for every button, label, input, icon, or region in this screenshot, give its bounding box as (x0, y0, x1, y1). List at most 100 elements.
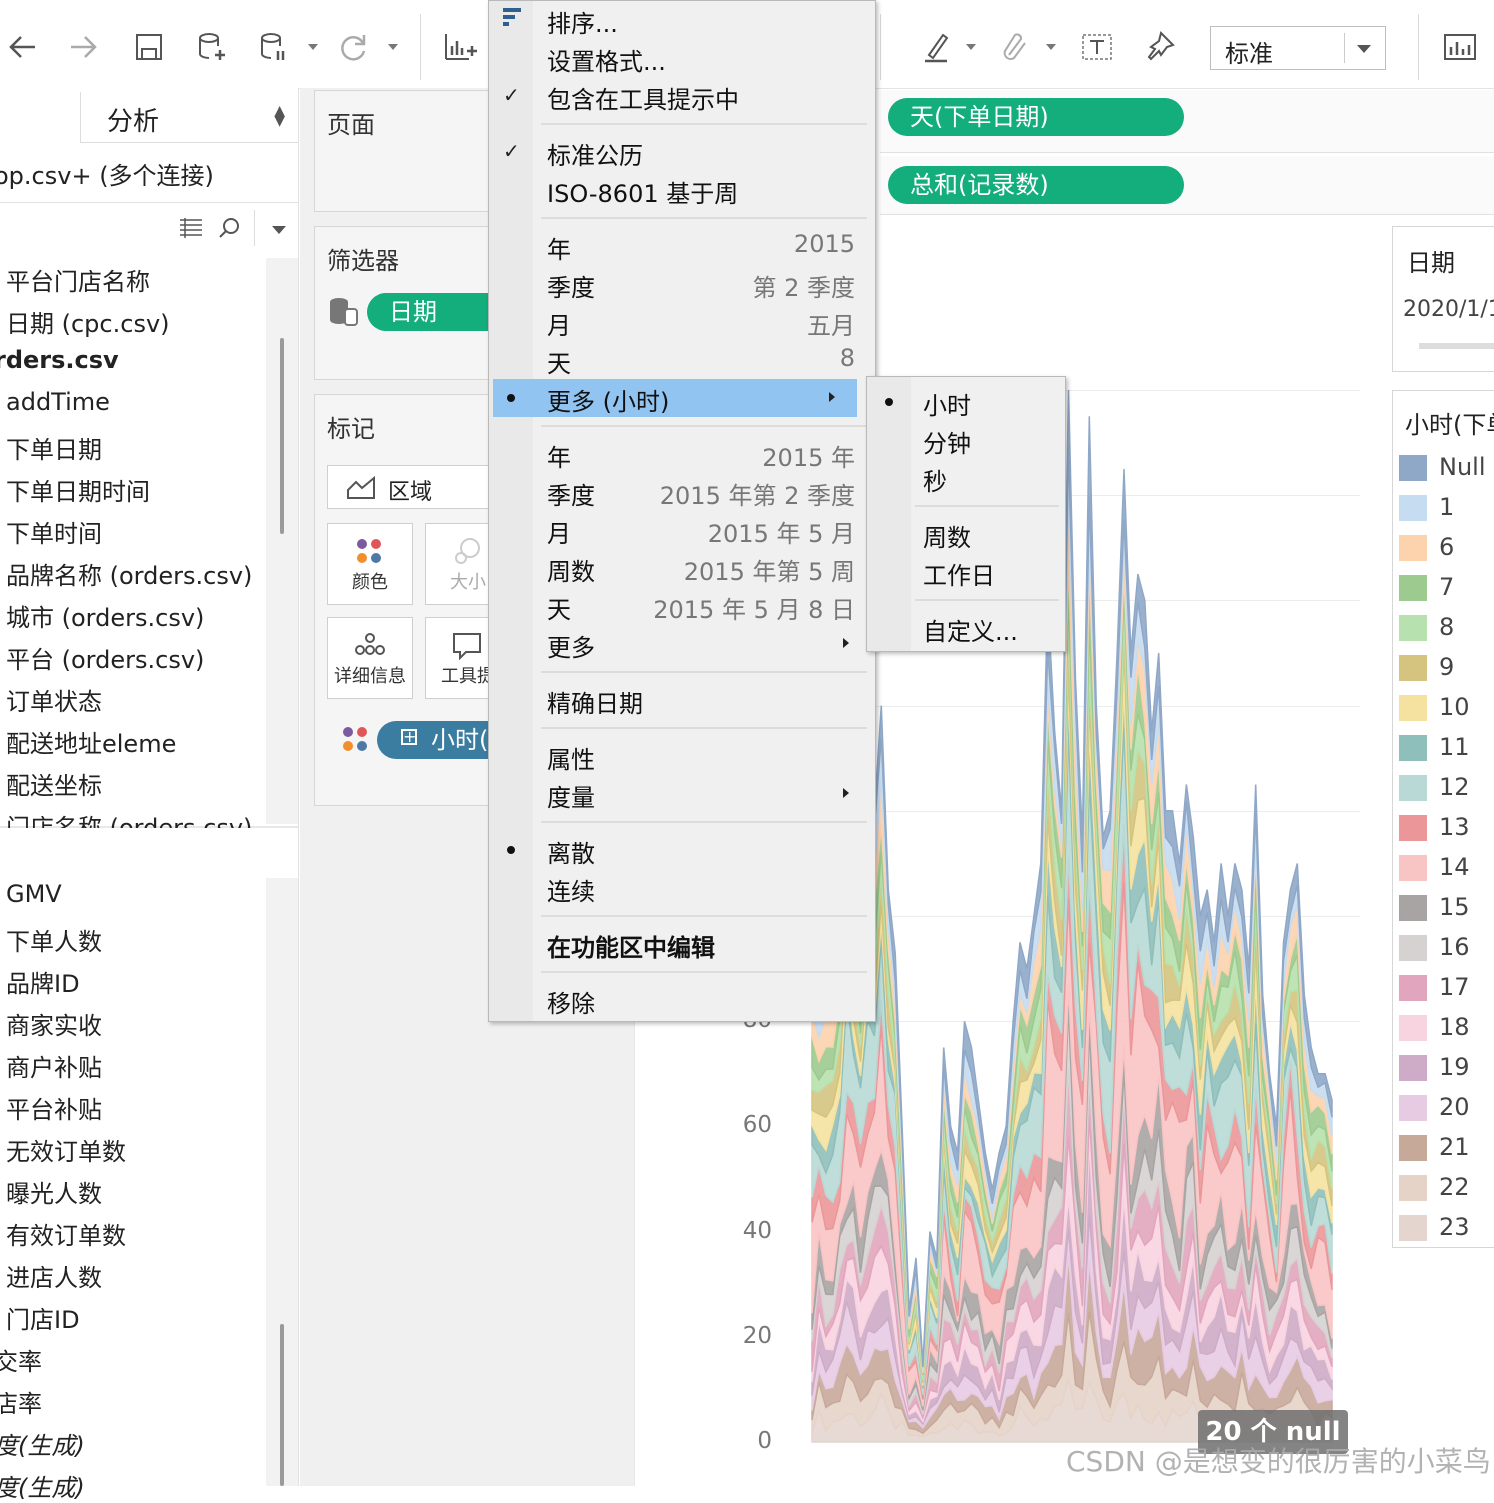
new-worksheet-icon[interactable] (438, 26, 480, 68)
menu-item[interactable]: 周数 2015 年第 5 周 (489, 549, 875, 587)
menu-item[interactable]: 季度 第 2 季度 (489, 265, 875, 303)
menu-item[interactable]: 年 2015 (489, 227, 875, 265)
dimension-field[interactable]: 配送坐标 (6, 766, 102, 801)
paperclip-icon[interactable] (994, 26, 1036, 68)
menu-item[interactable]: 季度 2015 年第 2 季度 (489, 473, 875, 511)
chevron-down-icon (1357, 45, 1371, 53)
legend-label: 6 (1439, 533, 1455, 561)
refresh-icon[interactable] (332, 26, 374, 68)
new-datasource-icon[interactable] (190, 26, 232, 68)
chevron-down-icon[interactable] (1046, 44, 1056, 50)
dimension-field[interactable]: 品牌名称 (orders.csv) (6, 556, 252, 591)
columns-pill[interactable]: 天(下单日期) (888, 98, 1184, 136)
menu-item-label: 设置格式... (547, 48, 666, 76)
chevron-down-icon[interactable] (388, 44, 398, 50)
submenu-item[interactable]: 工作日 (867, 553, 1065, 591)
measure-field[interactable]: 进店人数 (6, 1258, 102, 1293)
menu-separator (541, 217, 867, 219)
measure-field[interactable]: 交率 (0, 1342, 42, 1377)
measure-field[interactable]: 商户补贴 (6, 1048, 102, 1083)
submenu-item[interactable]: 小时 (867, 383, 1065, 421)
submenu-item[interactable]: 自定义... (867, 609, 1065, 647)
pin-icon[interactable] (1138, 26, 1180, 68)
menu-item[interactable]: 离散 (489, 831, 875, 869)
back-arrow-icon[interactable] (2, 26, 44, 68)
text-box-icon[interactable] (1076, 26, 1118, 68)
menu-item[interactable]: 包含在工具提示中 ✓ (489, 77, 875, 115)
submenu-item[interactable]: 分钟 (867, 421, 1065, 459)
save-icon[interactable] (128, 26, 170, 68)
chevron-down-icon[interactable] (308, 44, 318, 50)
chevron-down-icon[interactable] (966, 44, 976, 50)
y-tick-label: 40 (742, 1217, 772, 1244)
measure-field[interactable]: 品牌ID (6, 964, 80, 999)
menu-item[interactable]: 移除 (489, 981, 875, 1019)
scrollbar[interactable] (280, 1324, 284, 1486)
dimension-field[interactable]: 下单日期时间 (6, 472, 150, 507)
measure-field[interactable]: 有效订单数 (6, 1216, 126, 1251)
chevron-down-icon[interactable] (272, 226, 286, 234)
mark-type-select[interactable]: 区域 (327, 465, 497, 509)
menu-item[interactable]: 连续 (489, 869, 875, 907)
measure-field[interactable]: 平台补贴 (6, 1090, 102, 1125)
menu-item[interactable]: 天8 (489, 341, 875, 379)
menu-item[interactable]: 月 2015 年 5 月 (489, 511, 875, 549)
measure-field[interactable]: 下单人数 (6, 922, 102, 957)
scrollbar[interactable] (280, 338, 284, 534)
measure-field[interactable]: 无效订单数 (6, 1132, 126, 1167)
menu-item[interactable]: 在功能区中编辑 (489, 925, 875, 963)
forward-arrow-icon[interactable] (62, 26, 104, 68)
menu-item[interactable]: 精确日期 (489, 681, 875, 719)
dimension-field[interactable]: 下单时间 (6, 514, 102, 549)
menu-item[interactable]: 标准公历 ✓ (489, 133, 875, 171)
submenu-item[interactable]: 周数 (867, 515, 1065, 553)
date-filter-slider[interactable] (1419, 343, 1494, 349)
dimension-field[interactable]: 平台 (orders.csv) (6, 640, 204, 675)
dimension-field[interactable]: 平台门店名称 (6, 262, 150, 297)
legend-swatch (1399, 575, 1427, 601)
list-view-icon[interactable] (178, 216, 204, 244)
fit-mode-select[interactable]: 标准 (1210, 26, 1386, 70)
menu-item[interactable]: 属性 (489, 737, 875, 775)
menu-item[interactable]: ISO-8601 基于周 (489, 171, 875, 209)
dimension-field[interactable]: 门店名称 (orders.csv) (6, 808, 252, 828)
dimension-field[interactable]: 下单日期 (6, 430, 102, 465)
menu-item[interactable]: 设置格式... (489, 39, 875, 77)
menu-item[interactable]: 年 2015 年 (489, 435, 875, 473)
measure-field[interactable]: 度(生成) (0, 1426, 85, 1461)
pause-datasource-icon[interactable] (252, 26, 294, 68)
menu-item-label: ISO-8601 基于周 (547, 180, 739, 208)
measure-field[interactable]: GMV (6, 880, 62, 908)
measure-field[interactable]: 曝光人数 (6, 1174, 102, 1209)
dimension-field[interactable]: 城市 (orders.csv) (6, 598, 204, 633)
menu-item-label: 天 (547, 596, 571, 624)
menu-item[interactable]: 更多 (489, 625, 875, 663)
show-me-icon[interactable] (1438, 26, 1480, 68)
measure-field[interactable]: 店率 (0, 1384, 42, 1419)
menu-item[interactable]: 排序... (489, 1, 875, 39)
menu-item[interactable]: 度量 (489, 775, 875, 813)
legend-swatch (1399, 735, 1427, 761)
marks-detail-label: 详细信息 (334, 666, 406, 687)
search-icon[interactable] (218, 216, 242, 244)
dimension-field[interactable]: 配送地址eleme (6, 724, 176, 759)
menu-item[interactable]: 天 2015 年 5 月 8 日 (489, 587, 875, 625)
menu-item[interactable]: 更多 (小时) (493, 379, 857, 417)
menu-item[interactable]: 月 五月 (489, 303, 875, 341)
submenu-item[interactable]: 秒 (867, 459, 1065, 497)
dimension-field[interactable]: 日期 (cpc.csv) (6, 304, 170, 339)
filter-pill-date[interactable]: 日期 (367, 293, 507, 331)
measure-field[interactable]: 门店ID (6, 1300, 80, 1335)
menu-item-value: 2015 年 (762, 444, 855, 472)
legend-label: 12 (1439, 773, 1470, 801)
toolbar-divider (1418, 14, 1419, 80)
rows-pill[interactable]: 总和(记录数) (888, 166, 1184, 204)
dimension-field[interactable]: rders.csv (0, 346, 119, 374)
marks-color-button[interactable]: 颜色 (327, 523, 413, 605)
dimension-field[interactable]: addTime (6, 388, 110, 416)
measure-field[interactable]: 商家实收 (6, 1006, 102, 1041)
dimension-field[interactable]: 订单状态 (6, 682, 102, 717)
highlight-pen-icon[interactable] (916, 26, 958, 68)
marks-detail-button[interactable]: 详细信息 (327, 617, 413, 699)
tab-analysis[interactable]: 分析 ▲ ▼ (80, 92, 299, 143)
